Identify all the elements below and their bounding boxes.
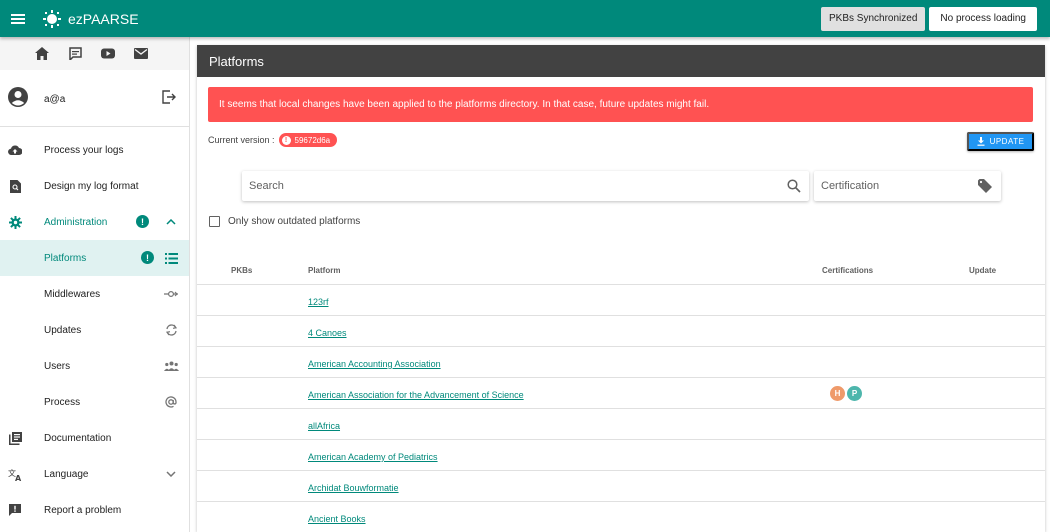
platform-link[interactable]: American Academy of Pediatrics xyxy=(308,452,438,462)
search-placeholder: Search xyxy=(249,180,284,192)
platform-link[interactable]: 123rf xyxy=(308,297,329,307)
outdated-label: Only show outdated platforms xyxy=(228,216,361,227)
download-icon xyxy=(977,137,985,146)
nav-language[interactable]: 文A Language xyxy=(0,456,189,492)
certifications-cell: HP xyxy=(830,386,862,401)
middleware-icon xyxy=(163,287,179,301)
nav-process-logs[interactable]: Process your logs xyxy=(0,132,189,168)
column-certifications[interactable]: Certifications xyxy=(822,266,873,275)
current-version: Current version : ! 59672d6a xyxy=(208,133,338,147)
update-button-label: UPDATE xyxy=(989,137,1025,146)
forum-icon[interactable] xyxy=(67,46,83,62)
document-search-icon xyxy=(8,179,22,193)
search-icon[interactable] xyxy=(787,179,801,196)
nav-documentation[interactable]: Documentation xyxy=(0,420,189,456)
table-row: 4 Canoes xyxy=(197,316,1045,347)
outdated-checkbox[interactable] xyxy=(209,216,220,227)
translate-icon: 文A xyxy=(8,467,22,481)
app-bar: ezPAARSE PKBs Synchronized No process lo… xyxy=(0,0,1050,37)
version-hash: 59672d6a xyxy=(294,135,331,145)
platform-link[interactable]: 4 Canoes xyxy=(308,328,347,338)
app-title: ezPAARSE xyxy=(68,10,139,27)
group-icon xyxy=(163,359,179,373)
account-circle-icon xyxy=(8,87,28,110)
home-icon[interactable] xyxy=(34,46,50,62)
nav-process[interactable]: Process xyxy=(0,384,189,420)
column-pkbs[interactable]: PKBs xyxy=(231,266,252,275)
list-icon xyxy=(163,251,179,265)
chevron-down-icon[interactable] xyxy=(163,467,179,481)
pkbs-status-button[interactable]: PKBs Synchronized xyxy=(821,6,926,31)
chevron-up-icon[interactable] xyxy=(163,215,179,229)
platforms-alert-icon: ! xyxy=(141,251,154,264)
certification-chip[interactable]: P xyxy=(847,386,862,401)
youtube-icon[interactable] xyxy=(100,46,116,62)
platform-link[interactable]: American Accounting Association xyxy=(308,359,441,369)
certification-placeholder: Certification xyxy=(821,180,880,192)
user-email: a@a xyxy=(44,94,66,105)
table-row: Ancient Books xyxy=(197,502,1045,532)
table-row: American Accounting Association xyxy=(197,347,1045,378)
platform-link[interactable]: allAfrica xyxy=(308,421,340,431)
logout-icon[interactable] xyxy=(162,90,176,107)
tag-icon xyxy=(978,179,992,196)
table-row: American Association for the Advancement… xyxy=(197,378,1045,409)
column-update[interactable]: Update xyxy=(969,266,996,275)
at-sign-icon xyxy=(163,395,179,409)
table-row: 123rf xyxy=(197,285,1045,316)
process-status-button[interactable]: No process loading xyxy=(929,6,1037,31)
certification-chip[interactable]: H xyxy=(830,386,845,401)
nav-report-problem[interactable]: Report a problem xyxy=(0,492,189,528)
table-header: PKBs Platform Certifications Update xyxy=(197,257,1045,285)
nav-administration[interactable]: Administration ! xyxy=(0,204,189,240)
warning-icon: ! xyxy=(281,135,291,145)
ezpaarse-logo-icon xyxy=(42,9,62,29)
platform-link[interactable]: American Association for the Advancement… xyxy=(308,390,524,400)
nav-design-log-format[interactable]: Design my log format xyxy=(0,168,189,204)
svg-text:A: A xyxy=(15,474,22,481)
sidebar: a@a Process your logs Design my log form… xyxy=(0,37,190,532)
search-input[interactable]: Search xyxy=(242,171,809,201)
cloud-upload-icon xyxy=(8,143,22,157)
feedback-icon xyxy=(8,503,22,517)
nav-middlewares[interactable]: Middlewares xyxy=(0,276,189,312)
nav-platforms[interactable]: Platforms ! xyxy=(0,240,189,276)
table-row: allAfrica xyxy=(197,409,1045,440)
platforms-card: Platforms It seems that local changes ha… xyxy=(197,45,1045,532)
settings-icon xyxy=(8,215,22,229)
menu-icon[interactable] xyxy=(0,0,36,37)
sidebar-shortcuts xyxy=(0,37,189,70)
table-row: American Academy of Pediatrics xyxy=(197,440,1045,471)
local-changes-alert: It seems that local changes have been ap… xyxy=(208,87,1033,122)
platform-link[interactable]: Ancient Books xyxy=(308,514,366,524)
nav-updates[interactable]: Updates xyxy=(0,312,189,348)
nav-users[interactable]: Users xyxy=(0,348,189,384)
table-row: Archidat Bouwformatie xyxy=(197,471,1045,502)
version-chip[interactable]: ! 59672d6a xyxy=(278,133,338,147)
version-label: Current version : xyxy=(208,135,275,145)
library-books-icon xyxy=(8,431,22,445)
update-button[interactable]: UPDATE xyxy=(967,132,1034,151)
page-title: Platforms xyxy=(197,45,1045,77)
user-row: a@a xyxy=(0,70,189,127)
platform-link[interactable]: Archidat Bouwformatie xyxy=(308,483,399,493)
sync-icon xyxy=(163,323,179,337)
certification-select[interactable]: Certification xyxy=(814,171,1001,201)
outdated-filter[interactable]: Only show outdated platforms xyxy=(209,216,360,227)
column-platform[interactable]: Platform xyxy=(308,266,340,275)
mail-icon[interactable] xyxy=(133,46,149,62)
admin-alert-icon: ! xyxy=(136,215,149,228)
